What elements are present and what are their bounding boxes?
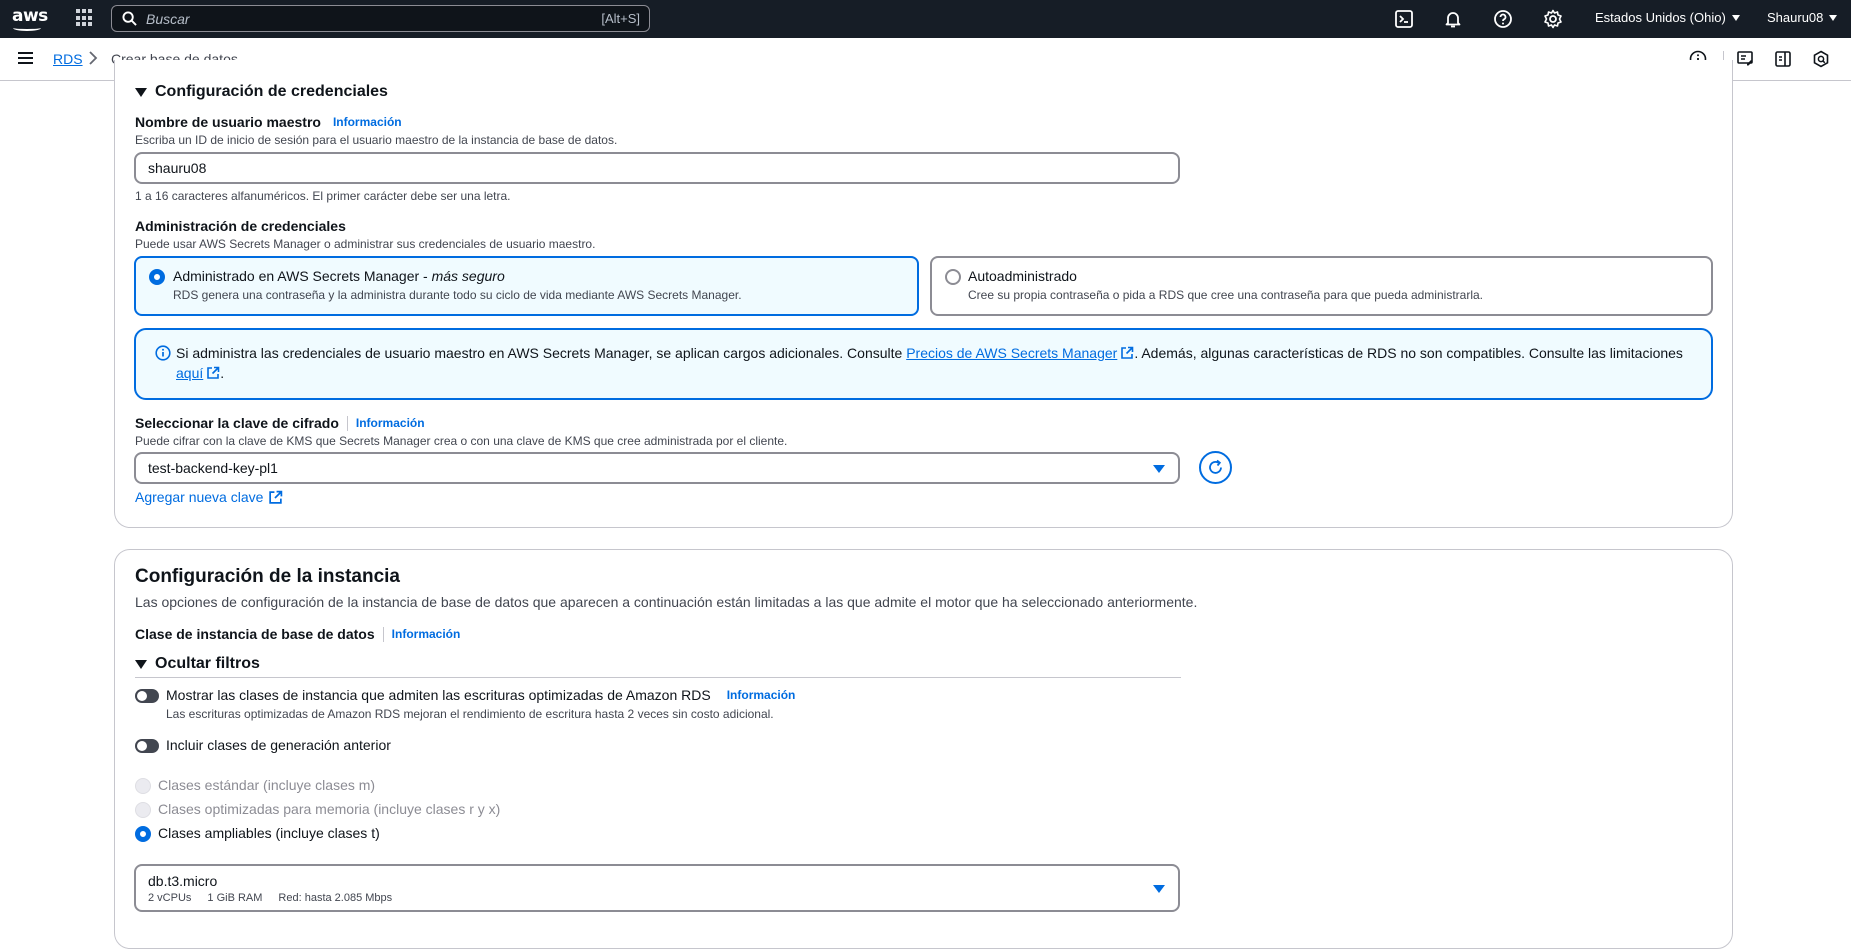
optimized-writes-info-link[interactable]: Información — [727, 688, 796, 702]
search-box[interactable]: [Alt+S] — [111, 5, 650, 32]
secrets-manager-desc: RDS genera una contraseña y la administr… — [173, 288, 742, 302]
instance-configuration-description: Las opciones de configuración de la inst… — [135, 594, 1198, 610]
username-field[interactable]: shauru08 — [134, 152, 1180, 184]
alert-message: Si administra las credenciales de usuari… — [176, 345, 1683, 381]
standard-classes-radio[interactable] — [135, 778, 151, 794]
filters-expander[interactable]: Ocultar filtros — [135, 655, 260, 673]
instance-network: Red: hasta 2.085 Mbps — [278, 892, 393, 904]
encryption-key-value: test-backend-key-pl1 — [148, 460, 278, 476]
bell-icon[interactable] — [1443, 9, 1463, 29]
self-managed-radio[interactable] — [945, 269, 961, 285]
hamburger-menu-icon[interactable] — [18, 52, 33, 65]
add-new-key-label: Agregar nueva clave — [135, 489, 264, 505]
encryption-key-info-link[interactable]: Información — [356, 416, 425, 430]
filters-divider — [135, 677, 1181, 678]
caret-down-icon — [1829, 14, 1838, 21]
refresh-icon — [1209, 459, 1222, 474]
caret-down-icon — [1153, 885, 1165, 893]
region-selector[interactable]: Estados Unidos (Ohio) — [1595, 10, 1740, 25]
refresh-keys-button[interactable] — [1199, 451, 1232, 484]
username-constraint: 1 a 16 caracteres alfanuméricos. El prim… — [135, 189, 511, 203]
instance-vcpu: 2 vCPUs — [148, 892, 192, 904]
cloudshell-icon[interactable] — [1394, 9, 1414, 29]
encryption-key-select[interactable]: test-backend-key-pl1 — [134, 452, 1180, 484]
encryption-key-label: Seleccionar la clave de cifrado — [135, 415, 339, 431]
instance-class-info-link[interactable]: Información — [392, 627, 461, 641]
instance-configuration-title: Configuración de la instancia — [135, 566, 400, 587]
expand-caret-icon — [135, 659, 147, 669]
memory-optimized-radio[interactable] — [135, 802, 151, 818]
option-self-managed[interactable]: Autoadministrado Cree su propia contrase… — [930, 256, 1713, 316]
filters-title: Ocultar filtros — [155, 655, 260, 672]
previous-generation-label: Incluir clases de generación anterior — [166, 737, 391, 753]
aws-logo-text: aws — [12, 6, 48, 26]
external-link-icon — [1121, 346, 1134, 359]
memory-optimized-label: Clases optimizadas para memoria (incluye… — [158, 801, 501, 817]
external-link-icon — [207, 366, 220, 379]
account-name: Shauru08 — [1767, 10, 1824, 25]
aws-logo[interactable]: aws — [12, 6, 48, 32]
caret-down-icon — [1153, 465, 1165, 473]
account-menu[interactable]: Shauru08 — [1767, 10, 1838, 25]
instance-ram: 1 GiB RAM — [207, 892, 263, 904]
chevron-right-icon — [89, 51, 98, 65]
username-value: shauru08 — [148, 160, 207, 176]
expand-caret-icon — [135, 87, 147, 97]
burstable-classes-label: Clases ampliables (incluye clases t) — [158, 825, 380, 841]
instance-class-label: Clase de instancia de base de datos — [135, 626, 375, 642]
secrets-manager-pricing-link[interactable]: Precios de AWS Secrets Manager — [906, 345, 1117, 361]
instance-class-value: db.t3.micro — [148, 873, 218, 889]
gear-icon[interactable] — [1543, 9, 1563, 29]
region-label: Estados Unidos (Ohio) — [1595, 10, 1726, 25]
info-icon — [155, 345, 171, 361]
previous-generation-toggle[interactable] — [135, 739, 159, 753]
instance-class-select[interactable]: db.t3.micro 2 vCPUs 1 GiB RAM Red: hasta… — [134, 864, 1180, 912]
standard-classes-label: Clases estándar (incluye clases m) — [158, 777, 376, 793]
option-secrets-manager[interactable]: Administrado en AWS Secrets Manager - má… — [134, 256, 919, 316]
info-alert: Si administra las credenciales de usuari… — [134, 328, 1713, 400]
services-grid-icon[interactable] — [76, 9, 94, 27]
username-description: Escriba un ID de inicio de sesión para e… — [135, 133, 618, 147]
search-shortcut: [Alt+S] — [601, 11, 640, 26]
search-icon — [122, 11, 137, 26]
caret-down-icon — [1731, 14, 1740, 21]
breadcrumb-rds-link[interactable]: RDS — [53, 51, 83, 67]
encryption-key-description: Puede cifrar con la clave de KMS que Sec… — [135, 434, 788, 448]
side-panel-icon[interactable] — [1774, 50, 1792, 68]
secrets-manager-radio[interactable] — [149, 269, 165, 285]
optimized-writes-description: Las escrituras optimizadas de Amazon RDS… — [166, 707, 774, 721]
notes-panel-icon[interactable] — [1736, 50, 1754, 68]
q-assistant-icon[interactable] — [1812, 50, 1830, 68]
self-managed-title: Autoadministrado — [968, 268, 1077, 284]
username-label: Nombre de usuario maestro — [135, 114, 321, 130]
optimized-writes-label: Mostrar las clases de instancia que admi… — [166, 687, 711, 703]
credential-management-label: Administración de credenciales — [135, 218, 346, 234]
limitations-link[interactable]: aquí — [176, 365, 203, 381]
self-managed-desc: Cree su propia contraseña o pida a RDS q… — [968, 288, 1483, 302]
credentials-section-title: Configuración de credenciales — [155, 83, 388, 100]
help-icon[interactable] — [1493, 9, 1513, 29]
secrets-manager-title: Administrado en AWS Secrets Manager - má… — [173, 268, 505, 284]
credential-management-description: Puede usar AWS Secrets Manager o adminis… — [135, 237, 596, 251]
burstable-classes-radio[interactable] — [135, 826, 151, 842]
external-link-icon — [269, 490, 283, 504]
search-input[interactable] — [146, 9, 546, 28]
credentials-expander[interactable]: Configuración de credenciales — [135, 83, 388, 101]
add-new-key-link[interactable]: Agregar nueva clave — [135, 489, 283, 505]
username-info-link[interactable]: Información — [333, 115, 402, 129]
optimized-writes-toggle[interactable] — [135, 689, 159, 703]
top-navigation: aws [Alt+S] Estados Unidos (Ohio) Shauru… — [0, 0, 1851, 38]
